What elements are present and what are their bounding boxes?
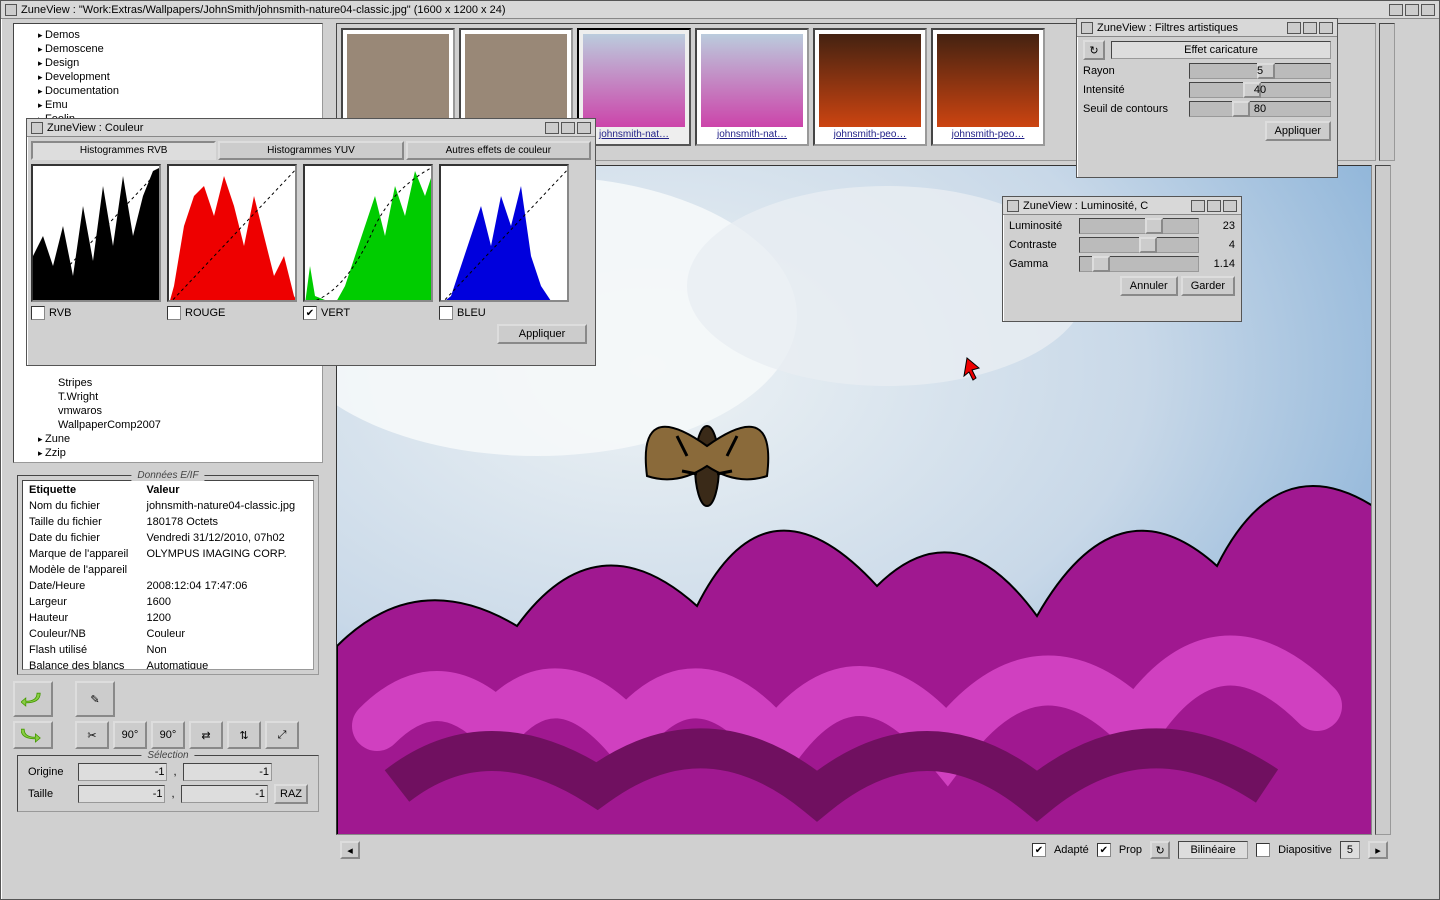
flip-v-button[interactable]: ⇅ — [227, 721, 261, 749]
toolbar: ✎ ✂ 90° 90° ⇄ ⇅ ⤢ — [13, 681, 323, 749]
contrast-slider[interactable] — [1079, 237, 1199, 253]
luminosity-slider[interactable] — [1079, 218, 1199, 234]
sysmenu-icon[interactable] — [5, 4, 17, 16]
main-titlebar[interactable]: ZuneView : "Work:Extras/Wallpapers/JohnS… — [1, 1, 1439, 19]
histogram-blue[interactable] — [439, 164, 569, 302]
rotate-ccw-button[interactable]: 90° — [113, 721, 147, 749]
close-icon[interactable] — [31, 122, 43, 134]
seuil-slider[interactable]: 80 — [1189, 101, 1331, 117]
close-icon[interactable] — [1081, 22, 1093, 34]
gamma-slider[interactable] — [1079, 256, 1199, 272]
resize-button[interactable]: ⤢ — [265, 721, 299, 749]
zoom-button[interactable] — [1405, 4, 1419, 16]
size-h-field[interactable]: -1 — [181, 785, 268, 803]
crop-button[interactable]: ✂ — [75, 721, 109, 749]
undo-button[interactable] — [13, 681, 53, 717]
art-titlebar[interactable]: ZuneView : Filtres artistiques — [1077, 19, 1337, 37]
histogram-green[interactable] — [303, 164, 433, 302]
lum-titlebar[interactable]: ZuneView : Luminosité, C — [1003, 197, 1241, 215]
tab-yuv[interactable]: Histogrammes YUV — [218, 141, 403, 160]
scroll-right-button[interactable]: ▸ — [1368, 841, 1388, 859]
color-titlebar[interactable]: ZuneView : Couleur — [27, 119, 595, 137]
thumbnail-item[interactable]: johnsmith-peo… — [813, 28, 927, 146]
tab-rgb[interactable]: Histogrammes RVB — [31, 141, 216, 160]
pointer-button[interactable]: ✎ — [75, 681, 115, 717]
thumb-scroll[interactable] — [1379, 23, 1395, 161]
histogram-red[interactable] — [167, 164, 297, 302]
intensite-slider[interactable]: 40 — [1189, 82, 1331, 98]
redo-button[interactable] — [13, 721, 53, 749]
lum-keep-button[interactable]: Garder — [1181, 276, 1235, 296]
status-bar: ◂ ✔ Adapté ✔ Prop ↻ Bilinéaire Diapositi… — [336, 839, 1392, 861]
image-vscroll[interactable] — [1375, 165, 1391, 835]
cycle-button[interactable]: ↻ — [1150, 841, 1170, 859]
origin-y-field[interactable]: -1 — [183, 763, 272, 781]
exif-panel: Données E/IF EtiquetteValeur Nom du fich… — [17, 475, 319, 675]
depth-button[interactable] — [1421, 4, 1435, 16]
diapo-checkbox[interactable] — [1256, 843, 1270, 857]
color-apply-button[interactable]: Appliquer — [497, 324, 587, 344]
artistic-window: ZuneView : Filtres artistiques ↻ Effet c… — [1076, 18, 1338, 178]
filter-selector[interactable]: Bilinéaire — [1178, 841, 1248, 859]
effect-cycle-button[interactable]: ↻ — [1083, 40, 1105, 60]
effect-selector[interactable]: Effet caricature — [1111, 41, 1331, 59]
histogram-rvb[interactable] — [31, 164, 161, 302]
origin-x-field[interactable]: -1 — [78, 763, 167, 781]
luminosity-window: ZuneView : Luminosité, C Luminosité23 Co… — [1002, 196, 1242, 322]
raz-button[interactable]: RAZ — [274, 784, 308, 804]
scroll-left-button[interactable]: ◂ — [340, 841, 360, 859]
rotate-cw-button[interactable]: 90° — [151, 721, 185, 749]
main-title: ZuneView : "Work:Extras/Wallpapers/JohnS… — [21, 4, 1385, 16]
art-apply-button[interactable]: Appliquer — [1265, 121, 1331, 141]
green-checkbox[interactable]: ✔ — [303, 306, 317, 320]
color-window: ZuneView : Couleur Histogrammes RVB Hist… — [26, 118, 596, 366]
exif-table: EtiquetteValeur Nom du fichierjohnsmith-… — [22, 480, 314, 670]
prop-checkbox[interactable]: ✔ — [1097, 843, 1111, 857]
adapte-checkbox[interactable]: ✔ — [1032, 843, 1046, 857]
selection-panel: Sélection Origine -1 , -1 Taille -1 , -1… — [17, 755, 319, 812]
thumbnail-item[interactable]: johnsmith-peo… — [931, 28, 1045, 146]
red-checkbox[interactable] — [167, 306, 181, 320]
iconify-button[interactable] — [1389, 4, 1403, 16]
blue-checkbox[interactable] — [439, 306, 453, 320]
rayon-slider[interactable]: 5 — [1189, 63, 1331, 79]
thumbnail-item[interactable]: johnsmith-nat… — [695, 28, 809, 146]
size-w-field[interactable]: -1 — [78, 785, 165, 803]
rvb-checkbox[interactable] — [31, 306, 45, 320]
close-icon[interactable] — [1007, 200, 1019, 212]
lum-cancel-button[interactable]: Annuler — [1120, 276, 1178, 296]
diapo-value[interactable]: 5 — [1340, 841, 1360, 859]
tab-other[interactable]: Autres effets de couleur — [406, 141, 591, 160]
flip-h-button[interactable]: ⇄ — [189, 721, 223, 749]
